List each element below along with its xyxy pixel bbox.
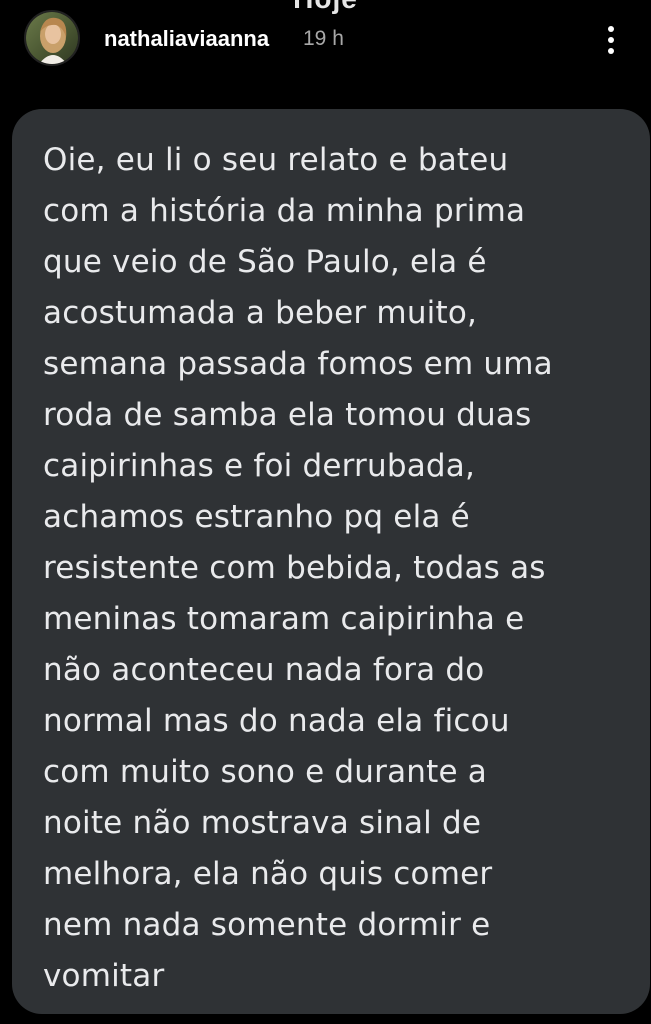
message-text: Oie, eu li o seu relato e bateu com a hi… <box>43 142 553 994</box>
vertical-dots-icon <box>608 26 614 32</box>
username[interactable]: nathaliaviaanna <box>104 26 269 52</box>
profile-photo-icon <box>26 12 78 64</box>
message-header: nathaliaviaanna 19 h <box>0 0 651 80</box>
message-bubble[interactable]: Oie, eu li o seu relato e bateu com a hi… <box>12 109 650 1014</box>
timestamp: 19 h <box>303 27 344 50</box>
avatar[interactable] <box>24 10 80 66</box>
more-options-button[interactable] <box>596 20 626 60</box>
